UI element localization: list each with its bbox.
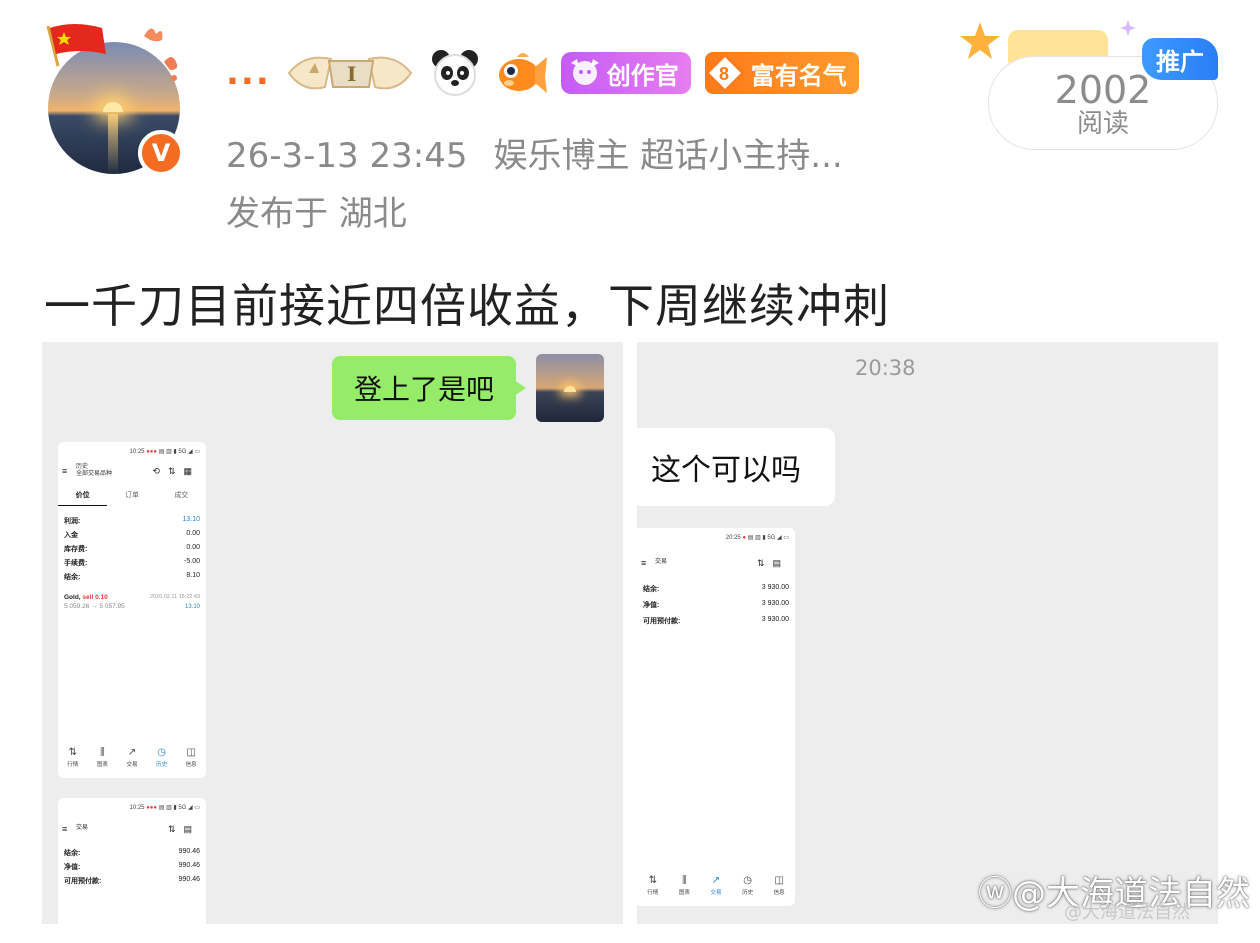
nav-messages: ◫ 信息 — [763, 874, 795, 900]
tab-deals: 成交 — [174, 492, 189, 499]
trade-toolbar: ≡ 交易 ⇅▤ — [62, 822, 200, 838]
summary-row: 利润: 13.10 — [64, 516, 200, 525]
post-image-2[interactable]: 20:38 这个可以吗 20:25 ● ▤ ▥ ▮ 5G ◢ ▭ ≡ 交易 ⇅▤… — [637, 342, 1218, 924]
trade-icon: ↗ — [711, 875, 721, 886]
equity-row: 净值: 3 930.00 — [643, 600, 789, 609]
tab-orders: 订单 — [124, 492, 139, 499]
post-meta-line: 26-3-13 23:45 娱乐博主 超话小主持... — [226, 128, 869, 177]
weibo-watermark-secondary: @大海道法自然 — [1064, 902, 1190, 923]
creator-badge-label: 创作官 — [606, 61, 679, 90]
history-tabs: 价位 订单 成交 — [58, 490, 206, 506]
menu-icon: ≡ — [62, 466, 68, 476]
svg-text:I: I — [347, 62, 356, 86]
messages-icon: ◫ — [186, 747, 196, 758]
post-location: 发布于 湖北 — [226, 194, 407, 234]
chart-icon: ⫼ — [100, 747, 105, 758]
phone-screenshot-trade-2: 20:25 ● ▤ ▥ ▮ 5G ◢ ▭ ≡ 交易 ⇅▤ 结余: 3 930.00… — [637, 528, 795, 906]
trade-entry: Gold, sell 0.10 2026.02.11 15:22:43 5 05… — [64, 594, 200, 610]
panda-icon[interactable] — [429, 47, 481, 99]
nav-chart: ⫼ 图表 — [88, 746, 118, 772]
fame-badge-label: 富有名气 — [750, 61, 847, 90]
nav-trade: ↗ 交易 — [117, 746, 147, 772]
free-margin-row: 可用预付款: 3 930.00 — [643, 616, 789, 625]
trade-date: 2026.02.11 15:22:43 — [149, 594, 200, 600]
nav-quotes: ⇅ 行情 — [58, 746, 88, 772]
butterfly-decoration-icon — [144, 28, 178, 81]
toolbar-icons: ⇅▤ — [167, 824, 200, 834]
phone-screenshot-trade: 10:25 ●●● ▤ ▥ ▮ 5G ◢ ▭ ≡ 交易 ⇅▤ 结余: 990.46… — [58, 798, 206, 924]
messages-icon: ◫ — [774, 875, 784, 886]
nav-history: ◷ 历史 — [147, 746, 177, 772]
menu-icon: ≡ — [641, 558, 647, 568]
equity-row: 净值: 990.46 — [64, 862, 200, 871]
status-time: 10:25 — [129, 449, 145, 455]
tab-positions: 价位 — [58, 490, 108, 506]
author-name-row: ... I 创作官 8 富有名气 — [226, 48, 859, 98]
summary-row: 手续费: -5.00 — [64, 558, 200, 567]
read-count-label: 阅读 — [1076, 109, 1129, 139]
chat-avatar — [536, 354, 604, 422]
balance-row: 结余: 3 930.00 — [643, 584, 789, 593]
summary-row: 入金 0.00 — [64, 530, 200, 539]
nav-history: ◷ 历史 — [732, 874, 764, 900]
trade-title: 交易 — [76, 825, 89, 831]
nav-chart: ⫼ 图表 — [669, 874, 701, 900]
summary-row: 库存费: 0.00 — [64, 544, 200, 553]
history-icon: ◷ — [743, 875, 752, 886]
post-image-1[interactable]: 登上了是吧 10:25 ●●● ▤ ▥ ▮ 5G ◢ ▭ ≡ 历史 全部交易品种 … — [42, 342, 623, 924]
free-margin-row: 可用预付款: 990.46 — [64, 876, 200, 885]
nav-quotes: ⇅ 行情 — [637, 874, 669, 900]
creator-mascot-icon — [570, 59, 599, 85]
status-bar: 20:25 ● ▤ ▥ ▮ 5G ◢ ▭ — [725, 535, 789, 541]
toolbar-icons: ⟲⇅▦ — [152, 466, 200, 476]
nav-trade: ↗ 交易 — [700, 874, 732, 900]
trade-toolbar: ≡ 交易 ⇅▤ — [641, 556, 789, 572]
quotes-icon: ⇅ — [648, 875, 657, 886]
status-bar: 10:25 ●●● ▤ ▥ ▮ 5G ◢ ▭ — [129, 805, 201, 811]
phone-screenshot-history: 10:25 ●●● ▤ ▥ ▮ 5G ◢ ▭ ≡ 历史 全部交易品种 ⟲⇅▦ 价位… — [58, 442, 206, 778]
trade-symbol: Gold, — [64, 594, 81, 601]
chat-timestamp: 20:38 — [855, 356, 916, 380]
china-flag-icon — [46, 24, 106, 67]
author-name[interactable]: ... — [226, 53, 271, 93]
trade-profit: 13.10 — [184, 604, 200, 610]
weibo-post-card: V ... I 创作官 8 富有名气 26-3-13 23:45 娱乐博主 超话… — [0, 0, 1260, 943]
trade-prices: 5 059.26 → 5 057.95 — [64, 603, 125, 610]
history-toolbar: ≡ 历史 全部交易品种 ⟲⇅▦ — [62, 464, 200, 480]
history-subtitle: 全部交易品种 — [76, 471, 113, 477]
wings-medal-icon[interactable]: I — [285, 49, 415, 97]
status-bar: 10:25 ●●● ▤ ▥ ▮ 5G ◢ ▭ — [129, 449, 201, 455]
bottom-nav: ⇅ 行情 ⫼ 图表 ↗ 交易 ◷ 历史 ◫ 信息 — [637, 874, 795, 900]
balance-row: 结余: 990.46 — [64, 848, 200, 857]
post-time: 26-3-13 23:45 — [226, 136, 468, 176]
creator-badge[interactable]: 创作官 — [560, 52, 691, 94]
history-icon: ◷ — [157, 747, 166, 758]
verified-v-badge-icon: V — [138, 130, 184, 176]
bottom-nav: ⇅ 行情 ⫼ 图表 ↗ 交易 ◷ 历史 ◫ 信息 — [58, 746, 206, 772]
post-body-text: 一千刀目前接近四倍收益，下周继续冲刺 — [44, 279, 890, 333]
history-title: 历史 — [76, 464, 89, 470]
chat-bubble-received: 这个可以吗 — [637, 428, 835, 506]
fame-badge[interactable]: 8 富有名气 — [704, 52, 859, 94]
menu-icon: ≡ — [62, 824, 68, 834]
author-avatar-group[interactable]: V — [40, 22, 190, 182]
chat-bubble-sent: 登上了是吧 — [332, 356, 526, 420]
fame-level-number: 8 — [719, 64, 729, 84]
promote-button[interactable]: 推广 — [1142, 38, 1218, 80]
chart-icon: ⫼ — [682, 875, 687, 886]
trade-side: sell 0.10 — [82, 594, 108, 601]
trade-icon: ↗ — [127, 747, 137, 758]
goldfish-icon[interactable] — [495, 47, 547, 99]
fame-level-diamond-icon: 8 — [704, 53, 745, 93]
quotes-icon: ⇅ — [68, 747, 77, 758]
sun-reflection-graphic — [108, 114, 118, 174]
sun-graphic — [103, 102, 123, 112]
nav-messages: ◫ 信息 — [176, 746, 206, 772]
sun-graphic — [564, 386, 576, 392]
toolbar-icons: ⇅▤ — [756, 558, 789, 568]
summary-row: 结余: 8.10 — [64, 572, 200, 581]
trade-title: 交易 — [655, 559, 668, 565]
author-category[interactable]: 娱乐博主 超话小主持... — [494, 136, 843, 176]
